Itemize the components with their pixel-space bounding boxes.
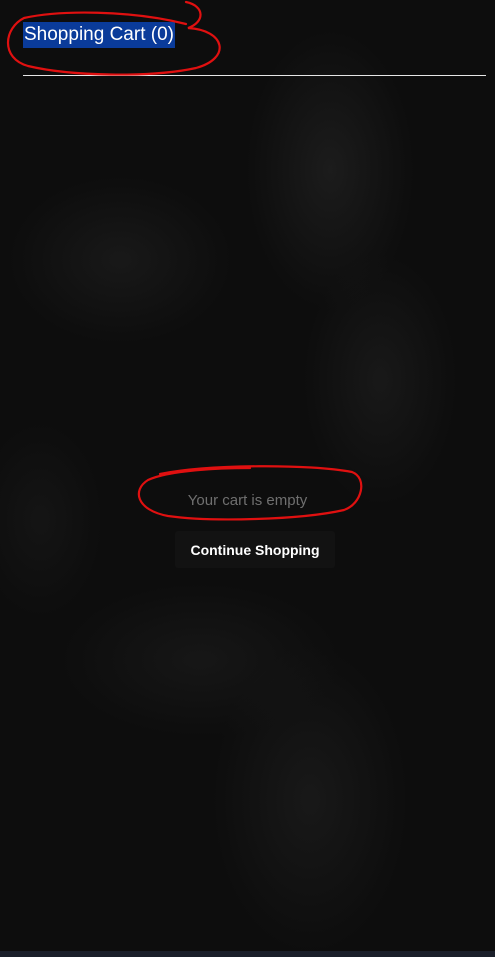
- empty-cart-message: Your cart is empty: [187, 492, 308, 509]
- bottom-edge-strip: [0, 951, 495, 957]
- cart-header: Shopping Cart (0): [23, 22, 486, 48]
- page-title: Shopping Cart (0): [23, 22, 175, 48]
- continue-shopping-button[interactable]: Continue Shopping: [175, 531, 335, 568]
- page-background: [0, 0, 495, 957]
- empty-cart-state: Your cart is empty: [0, 488, 495, 514]
- header-divider: [23, 75, 486, 76]
